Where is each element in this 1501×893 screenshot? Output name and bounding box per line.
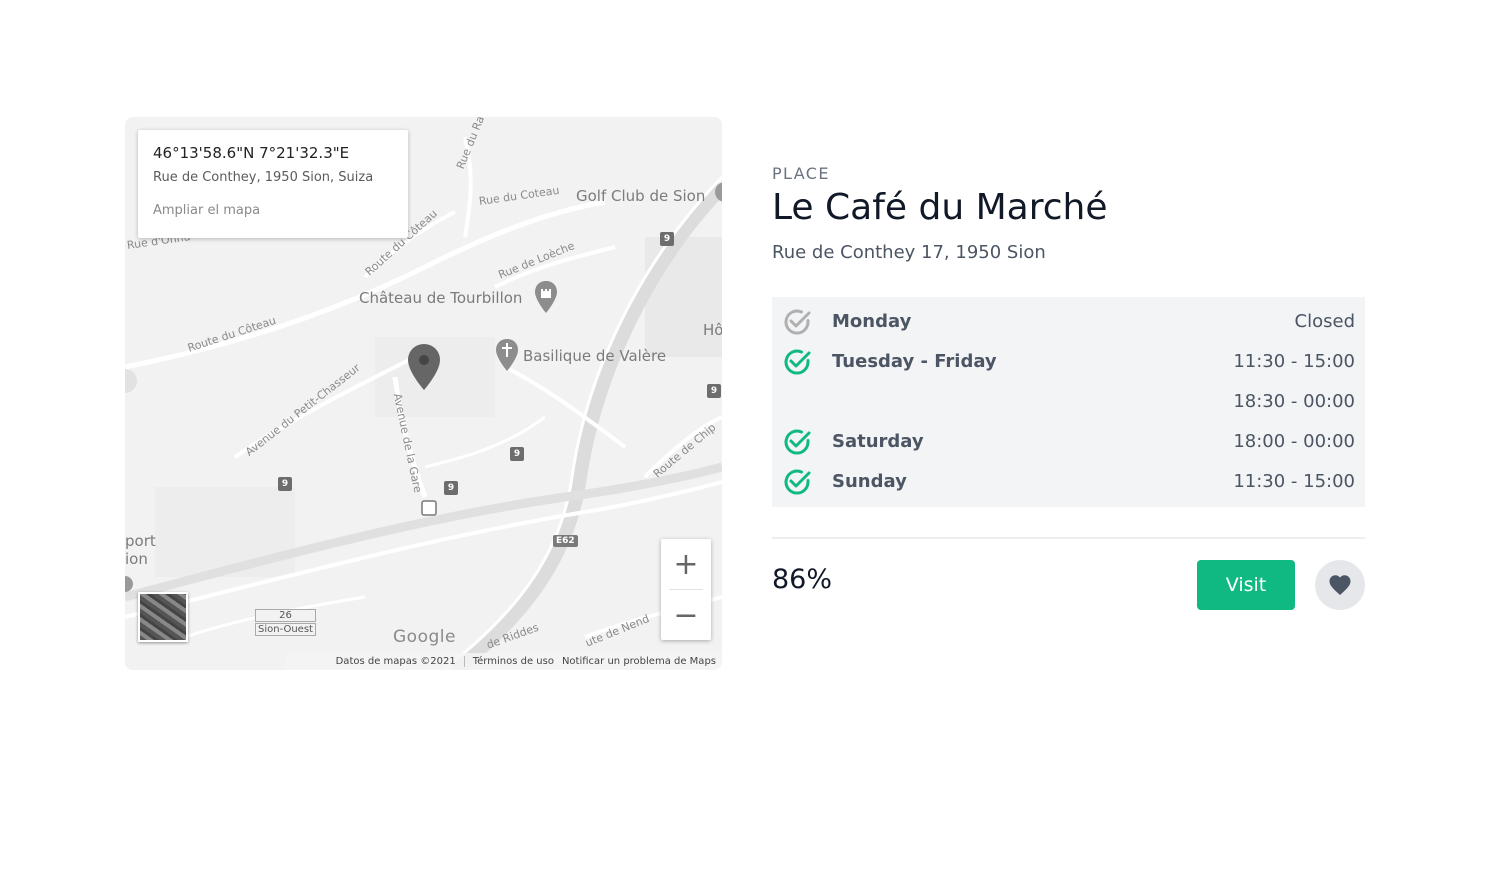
report-problem-link[interactable]: Notificar un problema de Maps: [562, 656, 716, 667]
hours-time: 11:30 - 15:00: [1233, 471, 1355, 492]
rating-percentage: 86%: [772, 564, 833, 595]
hours-day: Sunday: [832, 471, 907, 492]
section-divider: [772, 537, 1365, 539]
hours-day: Tuesday - Friday: [832, 351, 997, 372]
check-circle-icon: [784, 309, 811, 335]
road-shield: 9: [660, 232, 674, 246]
poi-label-golf: Golf Club de Sion: [576, 187, 706, 205]
highway-shield: E62: [553, 535, 578, 547]
opening-hours: Monday Closed Tuesday - Friday 11:30 - 1…: [772, 297, 1365, 507]
poi-label-basilique: Basilique de Valère: [523, 347, 667, 365]
road-shield: 9: [278, 477, 292, 491]
place-address: Rue de Conthey 17, 1950 Sion: [772, 242, 1046, 263]
enlarge-map-link[interactable]: Ampliar el mapa: [153, 203, 393, 218]
exit-marker: 26 Sion-Ouest: [255, 609, 316, 636]
exit-number: 26: [255, 609, 316, 622]
map-coordinates: 46°13'58.6"N 7°21'32.3"E: [153, 144, 350, 162]
hours-time: 11:30 - 15:00: [1233, 351, 1355, 372]
satellite-toggle-button[interactable]: [138, 592, 188, 642]
road-shield: 9: [707, 384, 721, 398]
exit-name: Sion-Ouest: [255, 623, 316, 636]
edge-label: port: [125, 532, 156, 550]
edge-label: ion: [125, 550, 148, 568]
check-circle-icon: [784, 429, 811, 455]
poi-label-chateau: Château de Tourbillon: [359, 289, 523, 307]
hours-row: Saturday 18:00 - 00:00: [772, 422, 1365, 462]
location-marker-icon[interactable]: [407, 343, 441, 391]
hours-time: Closed: [1294, 311, 1355, 332]
map-data-credit: Datos de mapas ©2021: [335, 656, 456, 667]
terms-link[interactable]: Términos de uso: [473, 656, 554, 667]
heart-icon: [1329, 575, 1351, 595]
check-circle-icon: [784, 469, 811, 495]
hours-row: Tuesday - Friday 11:30 - 15:00: [772, 342, 1365, 382]
road-shield: 9: [510, 447, 524, 461]
zoom-in-button[interactable]: +: [661, 539, 711, 589]
place-title: Le Café du Marché: [772, 187, 1108, 228]
place-kicker: PLACE: [772, 164, 830, 183]
visit-button[interactable]: Visit: [1197, 560, 1295, 610]
edge-label: Hô: [703, 321, 722, 339]
castle-pin-icon[interactable]: [534, 280, 558, 314]
map-footer: Datos de mapas ©2021 Términos de uso Not…: [285, 653, 722, 670]
hours-time: 18:30 - 00:00: [1233, 391, 1355, 412]
check-circle-icon: [784, 349, 811, 375]
hours-row: Monday Closed: [772, 302, 1365, 342]
hours-day: Saturday: [832, 431, 924, 452]
hours-row: Sunday 11:30 - 15:00: [772, 462, 1365, 502]
road-shield: 9: [444, 481, 458, 495]
footer-divider: [463, 656, 465, 667]
google-logo: Google: [393, 627, 456, 647]
hours-time: 18:00 - 00:00: [1233, 431, 1355, 452]
zoom-out-button[interactable]: −: [661, 590, 711, 640]
zoom-control: + −: [661, 539, 711, 640]
map-address: Rue de Conthey, 1950 Sion, Suiza: [153, 170, 374, 185]
map-info-card: 46°13'58.6"N 7°21'32.3"E Rue de Conthey,…: [138, 130, 408, 238]
favorite-button[interactable]: [1315, 560, 1365, 610]
map-embed[interactable]: Golf Club de Sion Château de Tourbillon …: [125, 117, 722, 670]
hours-row: 18:30 - 00:00: [772, 382, 1365, 422]
hours-day: Monday: [832, 311, 912, 332]
church-pin-icon[interactable]: [495, 338, 519, 372]
